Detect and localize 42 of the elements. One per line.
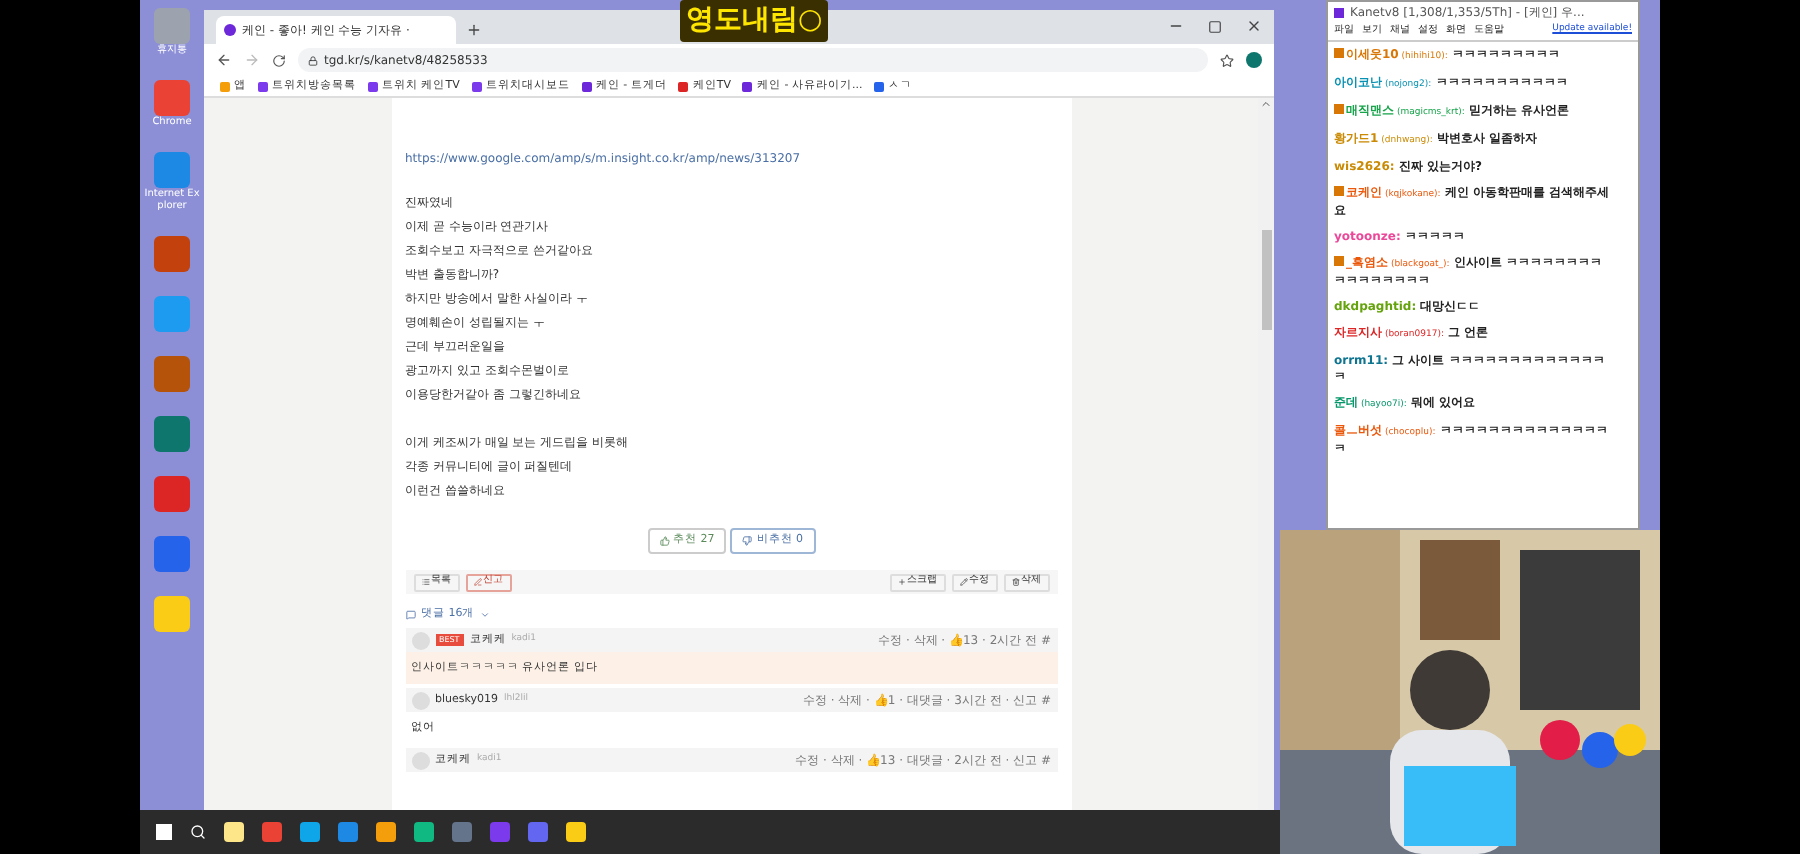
close-icon[interactable] [1246,18,1262,34]
app-icon[interactable] [154,356,190,392]
comment-icon [405,609,415,620]
avatar [411,751,429,770]
app-icon[interactable] [154,596,190,632]
app-icon[interactable] [154,236,190,272]
profile-avatar[interactable] [1246,52,1262,68]
taskbar-app-icon[interactable] [528,822,548,842]
search-icon[interactable] [190,824,206,840]
taskbar-app-icon[interactable] [338,822,358,842]
overlay-title: 영도내림○ [680,0,829,41]
thumbs-up-icon [659,536,669,546]
app-icon[interactable] [154,536,190,572]
pen-icon [473,578,481,586]
caret-icon[interactable] [480,609,491,620]
taskbar-app-icon[interactable] [452,822,472,842]
start-button[interactable] [156,824,172,840]
maximize-icon[interactable] [1208,20,1222,34]
taskbar-app-icon[interactable] [224,822,244,842]
trash-icon [1011,578,1019,586]
taskbar-app-icon[interactable] [376,822,396,842]
app-icon[interactable] [154,416,190,452]
tab-favicon-icon [224,24,236,36]
avatar [411,631,429,650]
avatar [411,691,429,710]
taskbar-app-icon[interactable] [414,822,434,842]
taskbar-app-icon[interactable] [262,822,282,842]
new-tab-icon[interactable] [466,22,482,38]
bookmark-star-icon[interactable] [1220,53,1234,67]
taskbar-app-icon[interactable] [566,822,586,842]
taskbar-app-icon[interactable] [490,822,510,842]
list-icon [421,578,429,586]
taskbar-app-icon[interactable] [300,822,320,842]
scroll-up-icon[interactable] [1260,98,1272,110]
scrollbar-thumb[interactable] [1261,230,1271,330]
forward-icon[interactable] [244,52,260,68]
plus-icon [897,578,905,586]
pencil-icon [959,578,967,586]
thumbs-down-icon [742,536,753,546]
app-icon [1334,7,1344,17]
back-icon[interactable] [216,52,232,68]
reload-icon[interactable] [272,53,286,67]
